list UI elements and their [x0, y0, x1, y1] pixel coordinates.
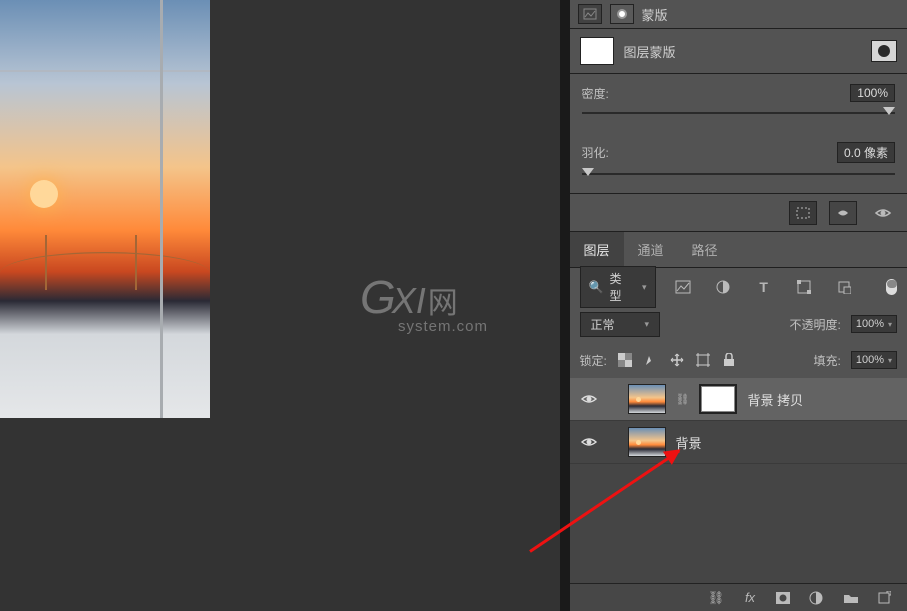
lock-label: 锁定: — [580, 352, 607, 369]
panel-divider[interactable] — [560, 0, 569, 611]
visibility-toggle-icon[interactable] — [580, 393, 598, 405]
tab-channels[interactable]: 通道 — [624, 232, 678, 267]
chevron-down-icon: ▾ — [645, 319, 650, 330]
vector-mask-button[interactable] — [610, 4, 634, 24]
lock-artboard-icon[interactable] — [695, 352, 711, 368]
layer-mask-label: 图层蒙版 — [624, 42, 676, 61]
visibility-toggle-icon[interactable] — [580, 436, 598, 448]
canvas-area[interactable]: GXI网 system.com — [0, 0, 560, 611]
lock-transparency-icon[interactable] — [617, 352, 633, 368]
fill-input[interactable]: 100%▾ — [851, 351, 897, 369]
layers-bottom-bar: ⛓ fx — [570, 583, 907, 611]
density-label: 密度: — [582, 85, 609, 102]
feather-value[interactable]: 0.0 像素 — [837, 142, 895, 163]
layer-mask-thumbnail[interactable] — [580, 37, 614, 65]
add-mask-icon[interactable] — [775, 591, 793, 605]
lock-position-icon[interactable] — [669, 352, 685, 368]
filter-type-icon[interactable]: T — [750, 275, 776, 299]
toggle-mask-visibility-icon[interactable] — [869, 201, 897, 225]
search-icon: 🔍 — [589, 280, 604, 294]
mask-actions-row — [570, 194, 907, 232]
lock-image-icon[interactable] — [643, 352, 659, 368]
document-image — [0, 0, 210, 418]
panel-tabs: 图层 通道 路径 — [570, 232, 907, 268]
mask-from-selection-icon[interactable] — [789, 201, 817, 225]
feather-row: 羽化: 0.0 像素 — [570, 132, 907, 193]
layer-row[interactable]: 背景 — [570, 421, 907, 464]
apply-mask-icon[interactable] — [829, 201, 857, 225]
filter-type-select[interactable]: 🔍 类型 ▾ — [580, 266, 656, 308]
filter-shape-icon[interactable] — [791, 275, 817, 299]
mask-panel-header: 蒙版 — [570, 0, 907, 28]
density-slider[interactable] — [582, 112, 896, 114]
lock-row: 锁定: 填充: 100%▾ — [570, 342, 907, 378]
fill-label: 填充: — [814, 352, 841, 369]
layer-filter-row: 🔍 类型 ▾ T — [570, 268, 907, 306]
opacity-input[interactable]: 100%▾ — [851, 315, 897, 333]
layer-row[interactable]: ⛓ 背景 拷贝 — [570, 378, 907, 421]
layer-name[interactable]: 背景 拷贝 — [747, 390, 803, 409]
right-panel: 蒙版 图层蒙版 密度: 100% 羽化: 0.0 像素 — [570, 0, 907, 611]
filter-pixel-icon[interactable] — [670, 275, 696, 299]
link-layers-icon[interactable]: ⛓ — [707, 590, 725, 606]
feather-slider[interactable] — [582, 173, 896, 175]
layer-thumbnail[interactable] — [628, 427, 666, 457]
layer-mask-thumbnail[interactable] — [699, 384, 737, 414]
new-layer-icon[interactable] — [877, 591, 895, 605]
layer-thumbnail[interactable] — [628, 384, 666, 414]
pixel-mask-button[interactable] — [578, 4, 602, 24]
layers-list: ⛓ 背景 拷贝 背景 — [570, 378, 907, 583]
density-row: 密度: 100% — [570, 74, 907, 132]
layer-effects-icon[interactable]: fx — [741, 590, 759, 605]
filter-toggle-switch[interactable] — [886, 279, 897, 295]
blend-mode-row: 正常 ▾ 不透明度: 100%▾ — [570, 306, 907, 342]
lock-all-icon[interactable] — [721, 352, 737, 368]
add-mask-button[interactable] — [871, 40, 897, 62]
density-value[interactable]: 100% — [850, 84, 895, 102]
new-group-icon[interactable] — [843, 592, 861, 604]
tab-paths[interactable]: 路径 — [678, 232, 732, 267]
filter-smartobject-icon[interactable] — [831, 275, 857, 299]
chevron-down-icon: ▾ — [642, 282, 647, 293]
mask-panel-title: 蒙版 — [642, 5, 668, 24]
filter-adjustment-icon[interactable] — [710, 275, 736, 299]
tab-layers[interactable]: 图层 — [570, 232, 624, 267]
new-adjustment-icon[interactable] — [809, 591, 827, 605]
watermark: GXI网 system.com — [360, 270, 488, 335]
link-icon[interactable]: ⛓ — [676, 393, 690, 406]
opacity-label: 不透明度: — [790, 316, 841, 333]
blend-mode-select[interactable]: 正常 ▾ — [580, 312, 661, 337]
feather-label: 羽化: — [582, 144, 609, 161]
